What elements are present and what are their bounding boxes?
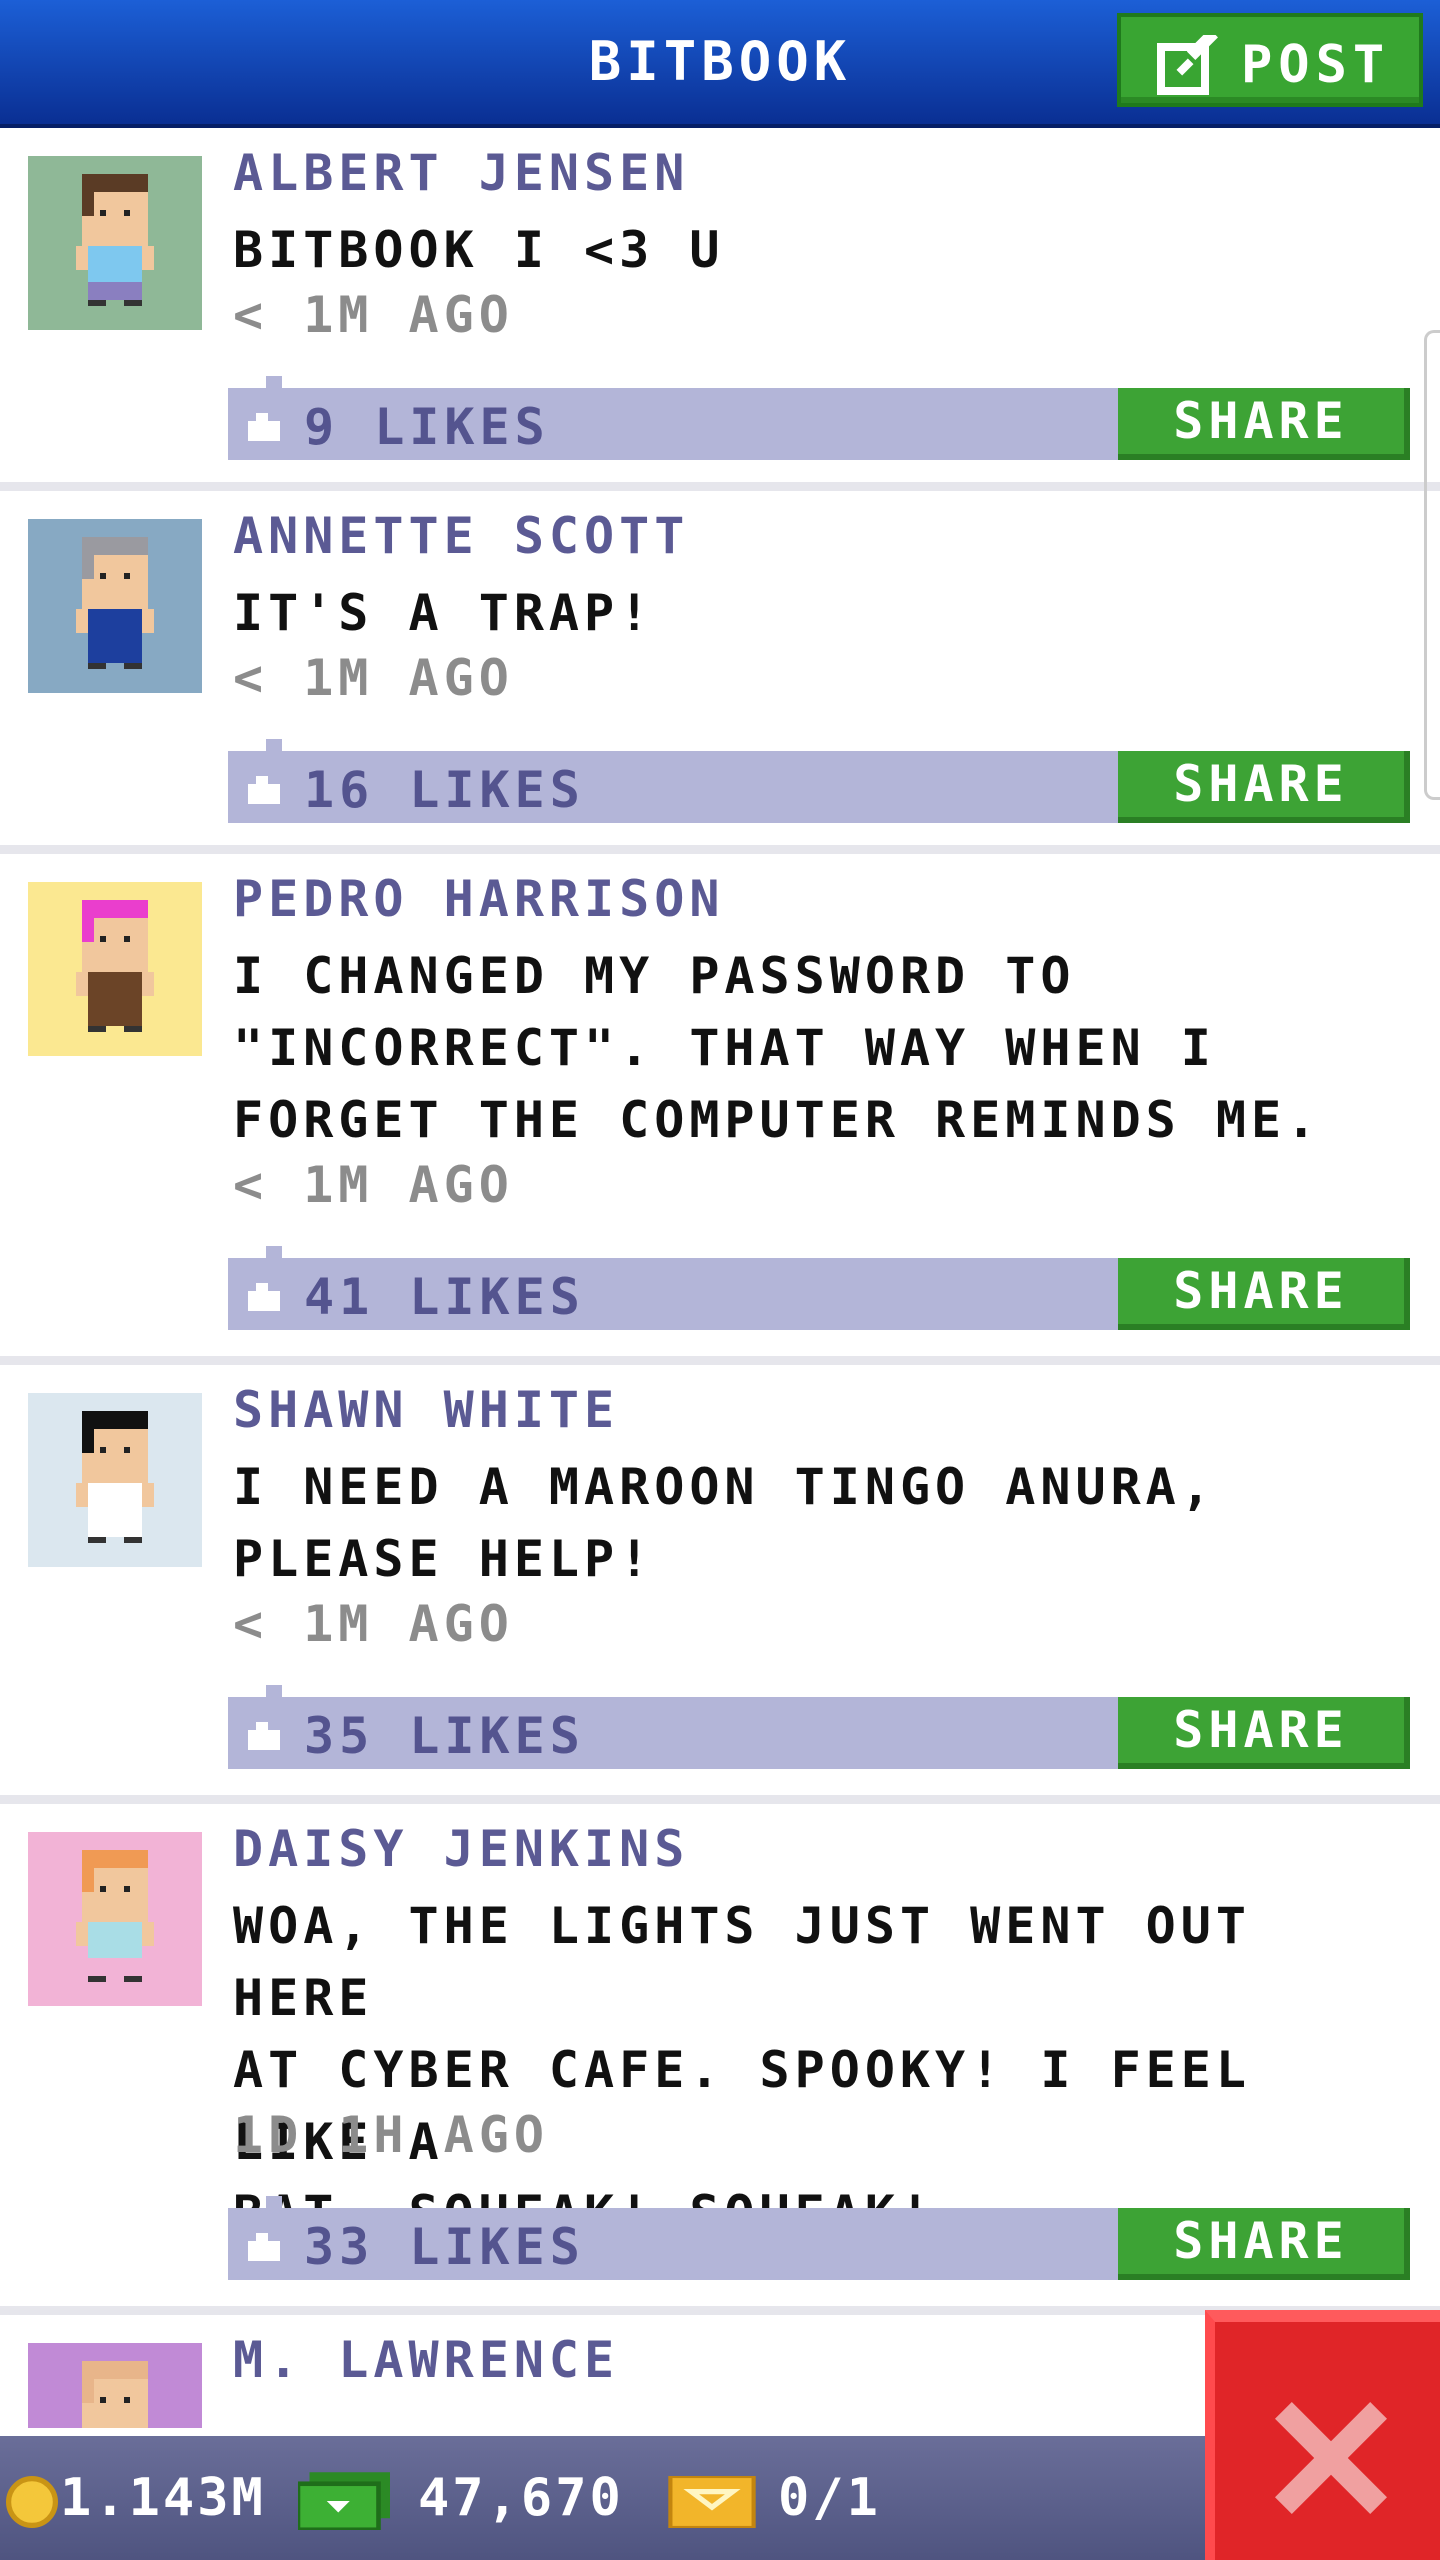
scrollbar[interactable] [1424,330,1440,800]
coins-count: 1.143M [60,2468,266,2528]
edit-icon [1157,28,1221,99]
share-button[interactable]: SHARE [1118,388,1410,460]
feed-post: DAISY JENKINS WOA, THE LIGHTS JUST WENT … [0,1804,1440,2315]
close-button[interactable] [1205,2310,1440,2560]
post-author[interactable]: PEDRO HARRISON [233,870,724,928]
thumbs-up-icon[interactable] [244,2228,284,2266]
post-author[interactable]: SHAWN WHITE [233,1381,619,1439]
post-message: WOA, THE LIGHTS JUST WENT OUT HERE AT CY… [233,1897,1251,2243]
avatar[interactable] [28,1832,202,2006]
post-time: 1D 1H AGO [233,2106,549,2164]
avatar[interactable] [28,519,202,693]
post-button-label: POST [1241,35,1391,95]
cash-icon [295,2472,390,2534]
likes-count: 41 LIKES [304,1268,585,1326]
likes-count: 35 LIKES [304,1707,585,1765]
cash-count: 47,670 [418,2468,624,2528]
thumbs-up-icon[interactable] [244,771,284,809]
coin-icon [5,2476,58,2532]
likes-bar: 41 LIKES SHARE [228,1246,1410,1330]
post-author[interactable]: M. LAWRENCE [233,2331,619,2389]
likes-bar: 9 LIKES SHARE [228,376,1410,460]
ticket-icon [668,2473,756,2532]
post-message: I CHANGED MY PASSWORD TO "INCORRECT". TH… [233,947,1322,1149]
thumbs-up-icon[interactable] [244,1717,284,1755]
post-author[interactable]: ALBERT JENSEN [233,144,689,202]
likes-count: 9 LIKES [304,398,550,456]
likes-count: 33 LIKES [304,2218,585,2276]
likes-count: 16 LIKES [304,761,585,819]
feed-post: PEDRO HARRISON I CHANGED MY PASSWORD TO … [0,854,1440,1365]
likes-bar: 33 LIKES SHARE [228,2196,1410,2280]
feed-post: ALBERT JENSEN BITBOOK I <3 U < 1M AGO 9 … [0,128,1440,491]
close-icon [1275,2402,1387,2514]
likes-bar: 35 LIKES SHARE [228,1685,1410,1769]
post-author[interactable]: ANNETTE SCOTT [233,507,689,565]
post-button[interactable]: POST [1117,13,1423,107]
share-button[interactable]: SHARE [1118,1697,1410,1769]
post-message: I NEED A MAROON TINGO ANURA, PLEASE HELP… [233,1458,1216,1588]
post-message: BITBOOK I <3 U [233,221,725,279]
thumbs-up-icon[interactable] [244,1278,284,1316]
avatar[interactable] [28,156,202,330]
share-button[interactable]: SHARE [1118,1258,1410,1330]
feed-post: ANNETTE SCOTT IT'S A TRAP! < 1M AGO 16 L… [0,491,1440,854]
likes-bar: 16 LIKES SHARE [228,739,1410,823]
post-author[interactable]: DAISY JENKINS [233,1820,689,1878]
post-time: < 1M AGO [233,1595,514,1653]
tickets-count: 0/1 [778,2468,881,2528]
post-time: < 1M AGO [233,1156,514,1214]
post-message: IT'S A TRAP! [233,584,655,642]
avatar[interactable] [28,882,202,1056]
app-header: BITBOOK POST [0,0,1440,128]
post-time: < 1M AGO [233,649,514,707]
thumbs-up-icon[interactable] [244,408,284,446]
post-time: < 1M AGO [233,286,514,344]
share-button[interactable]: SHARE [1118,2208,1410,2280]
avatar[interactable] [28,1393,202,1567]
avatar[interactable] [28,2343,202,2428]
share-button[interactable]: SHARE [1118,751,1410,823]
feed-post: SHAWN WHITE I NEED A MAROON TINGO ANURA,… [0,1365,1440,1804]
feed[interactable]: ALBERT JENSEN BITBOOK I <3 U < 1M AGO 9 … [0,128,1440,2428]
